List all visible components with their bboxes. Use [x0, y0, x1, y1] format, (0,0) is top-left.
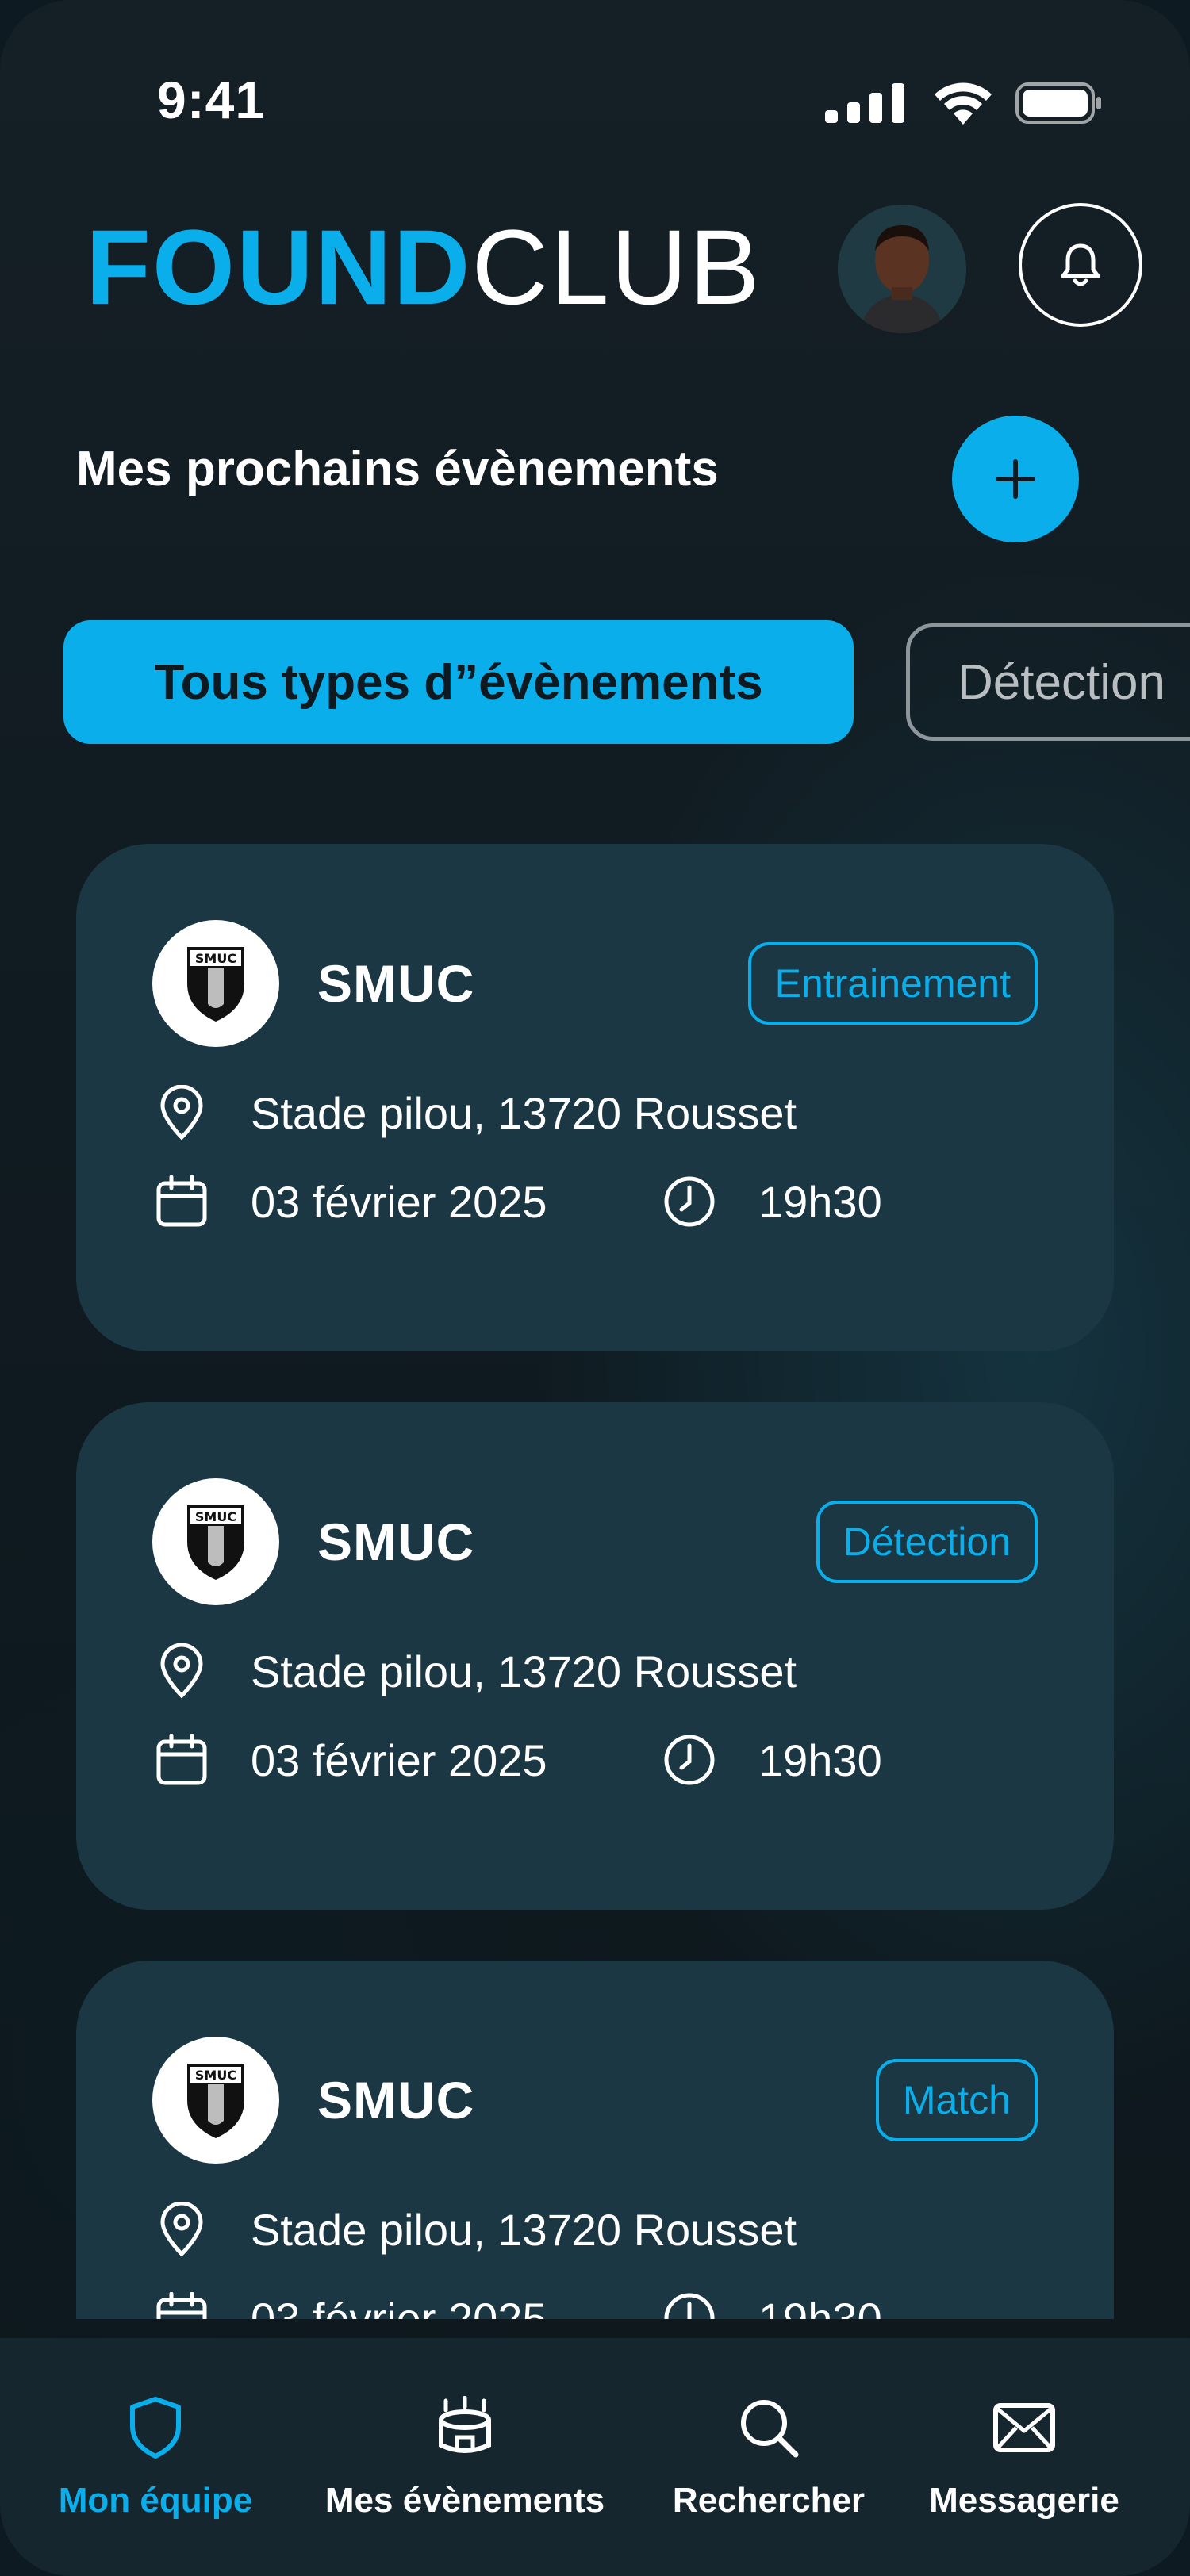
user-avatar-icon — [838, 205, 966, 333]
event-date: 03 février 2025 — [152, 1172, 547, 1231]
time-text: 19h30 — [758, 1176, 882, 1227]
location-pin-icon — [152, 2200, 211, 2259]
event-type-filters: Tous types d”évènements Détection — [0, 620, 1190, 747]
calendar-icon — [152, 1172, 211, 1231]
filter-chip-all[interactable]: Tous types d”évènements — [63, 620, 854, 744]
section-title: Mes prochains évènements — [76, 442, 719, 496]
club-name: SMUC — [317, 2071, 475, 2129]
location-pin-icon — [152, 1083, 211, 1142]
event-card[interactable]: SMUC SMUC Match Stade pilou, 13720 Rouss… — [76, 1961, 1114, 2319]
calendar-icon — [152, 2289, 211, 2319]
shield-icon — [120, 2392, 191, 2463]
event-type-badge: Entrainement — [747, 942, 1038, 1025]
filter-chip-detection[interactable]: Détection — [906, 623, 1190, 741]
nav-label: Messagerie — [929, 2481, 1119, 2520]
date-text: 03 février 2025 — [251, 1176, 547, 1227]
nav-mon-equipe[interactable]: Mon équipe — [51, 2392, 260, 2520]
club-crest-icon: SMUC — [187, 1505, 244, 1580]
avatar[interactable] — [838, 205, 966, 333]
event-location: Stade pilou, 13720 Rousset — [152, 2200, 797, 2259]
battery-icon — [1015, 82, 1101, 124]
app-screen: 9:41 FOUNDCLUB Mes prochains évènements … — [0, 0, 1190, 2576]
notifications-button[interactable] — [1019, 203, 1142, 327]
crest-text: SMUC — [195, 1509, 236, 1524]
club-crest-icon: SMUC — [187, 2064, 244, 2138]
date-text: 03 février 2025 — [251, 2293, 547, 2320]
date-text: 03 février 2025 — [251, 1735, 547, 1785]
app-header: FOUNDCLUB — [0, 190, 1190, 349]
club-name: SMUC — [317, 1512, 475, 1571]
club-name: SMUC — [317, 954, 475, 1013]
crest-text: SMUC — [195, 951, 236, 966]
event-time: 19h30 — [660, 2289, 882, 2319]
event-location: Stade pilou, 13720 Rousset — [152, 1642, 797, 1700]
event-date: 03 février 2025 — [152, 1731, 547, 1789]
plus-icon — [996, 459, 1035, 499]
event-time: 19h30 — [660, 1172, 882, 1231]
event-type-badge: Match — [875, 2059, 1038, 2141]
logo-secondary: CLUB — [471, 209, 762, 327]
app-logo: FOUNDCLUB — [86, 213, 762, 324]
event-card[interactable]: SMUC SMUC Détection Stade pilou, 13720 R… — [76, 1402, 1114, 1910]
nav-mes-evenements[interactable]: Mes évènements — [313, 2392, 617, 2520]
time-text: 19h30 — [758, 1735, 882, 1785]
club-crest: SMUC — [152, 1478, 279, 1605]
event-time: 19h30 — [660, 1731, 882, 1789]
bottom-navigation: Mon équipe Mes évènements Rechercher Mes… — [0, 2338, 1190, 2576]
stadium-icon — [429, 2392, 501, 2463]
nav-rechercher[interactable]: Rechercher — [663, 2392, 874, 2520]
time-text: 19h30 — [758, 2293, 882, 2320]
clock-icon — [660, 1731, 719, 1789]
status-icons — [823, 79, 1103, 127]
logo-primary: FOUND — [86, 209, 472, 327]
nav-label: Rechercher — [672, 2481, 866, 2520]
nav-messagerie[interactable]: Messagerie — [923, 2392, 1125, 2520]
add-event-button[interactable] — [952, 416, 1079, 542]
location-text: Stade pilou, 13720 Rousset — [251, 1646, 797, 1696]
club-crest-icon: SMUC — [187, 947, 244, 1022]
calendar-icon — [152, 1731, 211, 1789]
event-date: 03 février 2025 — [152, 2289, 547, 2319]
crest-text: SMUC — [195, 2068, 236, 2083]
nav-label: Mon équipe — [58, 2481, 253, 2520]
location-text: Stade pilou, 13720 Rousset — [251, 2204, 797, 2255]
event-list: SMUC SMUC Entrainement Stade pilou, 1372… — [0, 844, 1190, 2319]
bell-icon — [1061, 243, 1100, 286]
location-text: Stade pilou, 13720 Rousset — [251, 1087, 797, 1138]
event-type-badge: Détection — [816, 1501, 1038, 1583]
cellular-signal-icon — [825, 83, 904, 123]
status-time: 9:41 — [157, 71, 266, 129]
search-icon — [733, 2392, 804, 2463]
club-crest: SMUC — [152, 2037, 279, 2164]
clock-icon — [660, 1172, 719, 1231]
event-card[interactable]: SMUC SMUC Entrainement Stade pilou, 1372… — [76, 844, 1114, 1351]
clock-icon — [660, 2289, 719, 2319]
wifi-icon — [935, 82, 992, 125]
event-location: Stade pilou, 13720 Rousset — [152, 1083, 797, 1142]
nav-label: Mes évènements — [324, 2481, 605, 2520]
status-bar: 9:41 — [0, 0, 1190, 159]
mail-icon — [988, 2392, 1060, 2463]
location-pin-icon — [152, 1642, 211, 1700]
club-crest: SMUC — [152, 920, 279, 1047]
